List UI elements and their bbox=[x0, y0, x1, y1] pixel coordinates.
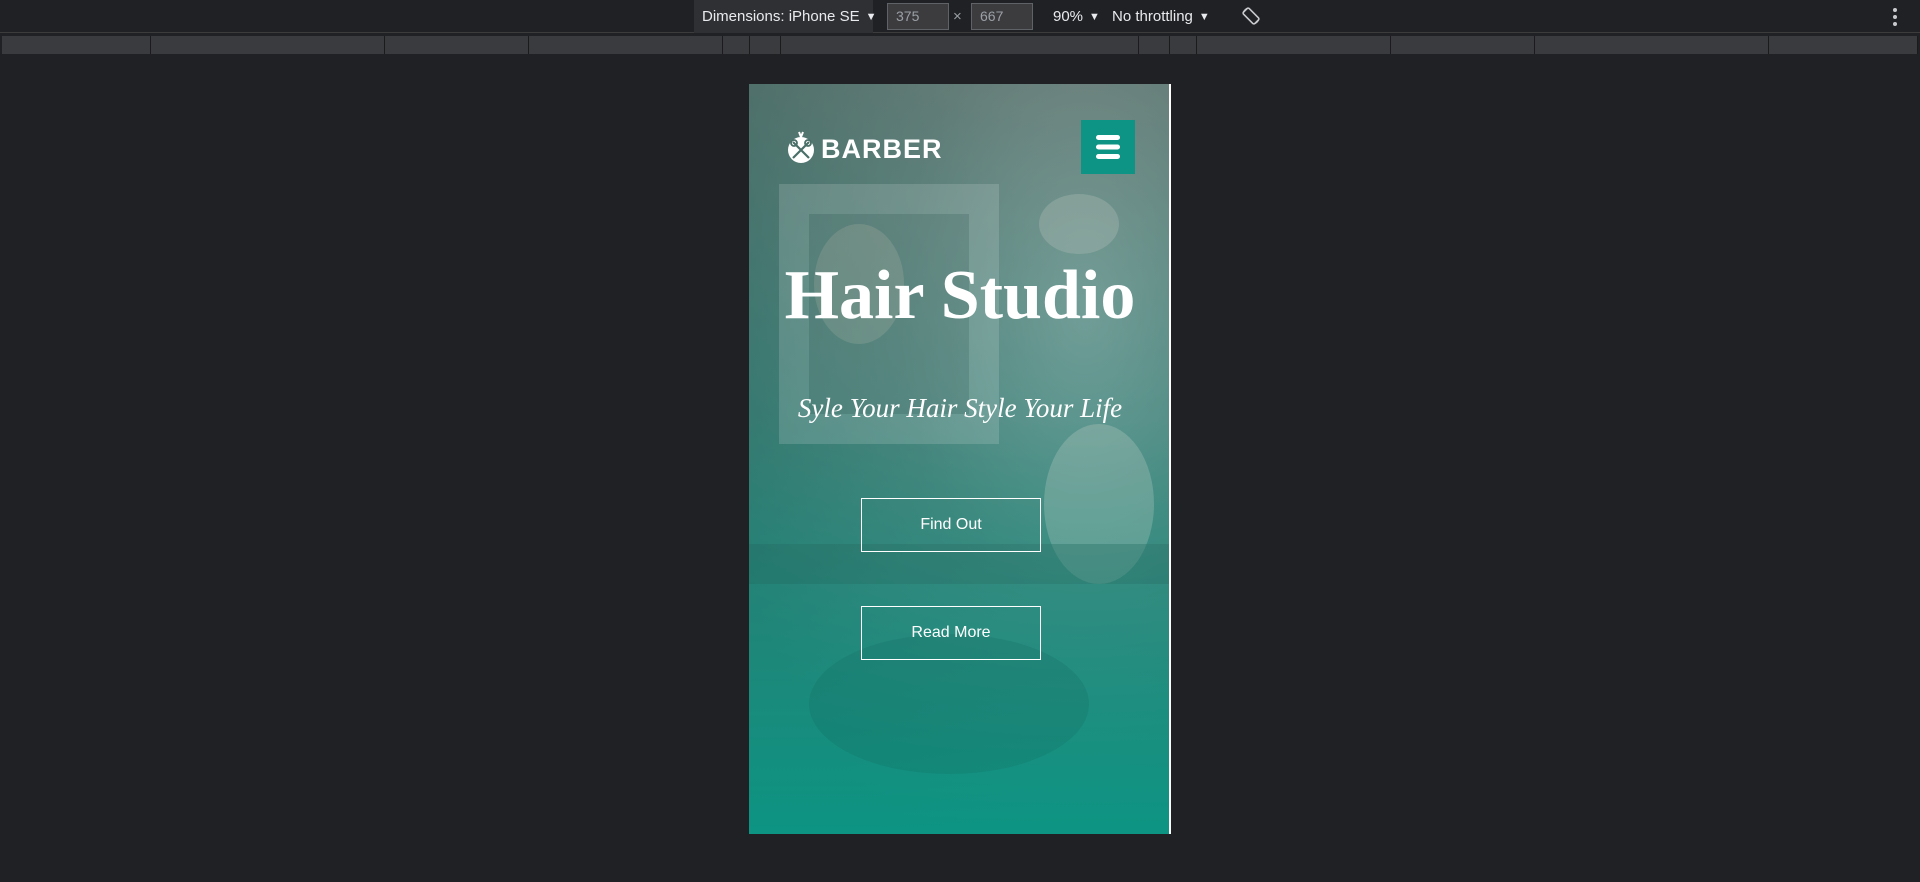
chevron-down-icon: ▼ bbox=[1089, 11, 1100, 23]
device-viewport: BARBER Hair Studio Syle Your Hair Style … bbox=[749, 84, 1171, 834]
device-toolbar: Dimensions: iPhone SE ▼ 375 × 667 90% ▼ No… bbox=[0, 0, 1920, 33]
media-query-segment[interactable] bbox=[1391, 36, 1535, 54]
find-out-button[interactable]: Find Out bbox=[861, 498, 1041, 552]
width-input[interactable]: 375 bbox=[887, 3, 949, 30]
media-query-segment[interactable] bbox=[1197, 36, 1391, 54]
barber-scissors-icon bbox=[788, 131, 814, 163]
zoom-dropdown[interactable]: 90% ▼ bbox=[1053, 0, 1100, 33]
media-query-bar bbox=[0, 34, 1920, 56]
media-query-segment[interactable] bbox=[529, 36, 723, 54]
hero-tagline: Syle Your Hair Style Your Life bbox=[797, 393, 1123, 423]
site-logo[interactable]: BARBER bbox=[785, 130, 943, 168]
zoom-label: 90% bbox=[1053, 8, 1084, 25]
brand-name: BARBER bbox=[821, 133, 943, 164]
media-query-segment[interactable] bbox=[750, 36, 781, 54]
menu-button[interactable] bbox=[1081, 120, 1135, 174]
chevron-down-icon: ▼ bbox=[1198, 11, 1210, 23]
more-vertical-icon[interactable] bbox=[1890, 6, 1900, 28]
media-query-segment[interactable] bbox=[723, 36, 750, 54]
dimensions-dropdown[interactable]: Dimensions: iPhone SE ▼ bbox=[694, 0, 876, 33]
media-query-segment[interactable] bbox=[1769, 36, 1918, 54]
chevron-down-icon: ▼ bbox=[865, 11, 877, 23]
throttling-dropdown[interactable]: No throttling ▼ bbox=[1112, 0, 1210, 33]
hamburger-icon bbox=[1096, 135, 1120, 159]
media-query-segment[interactable] bbox=[1170, 36, 1197, 54]
media-query-segment[interactable] bbox=[2, 36, 151, 54]
dimensions-label: Dimensions: iPhone SE bbox=[702, 8, 860, 25]
read-more-button[interactable]: Read More bbox=[861, 606, 1041, 660]
throttling-label: No throttling bbox=[1112, 8, 1193, 25]
times-separator: × bbox=[953, 8, 962, 25]
media-query-segment[interactable] bbox=[781, 36, 1139, 54]
media-query-segment[interactable] bbox=[1139, 36, 1170, 54]
hero-background-image bbox=[749, 184, 1169, 774]
media-query-segment[interactable] bbox=[1535, 36, 1769, 54]
height-input[interactable]: 667 bbox=[971, 3, 1033, 30]
media-query-segment[interactable] bbox=[151, 36, 385, 54]
media-query-segment[interactable] bbox=[385, 36, 529, 54]
hero-title: Hair Studio bbox=[784, 257, 1136, 334]
rotate-device-icon[interactable] bbox=[1240, 5, 1262, 27]
